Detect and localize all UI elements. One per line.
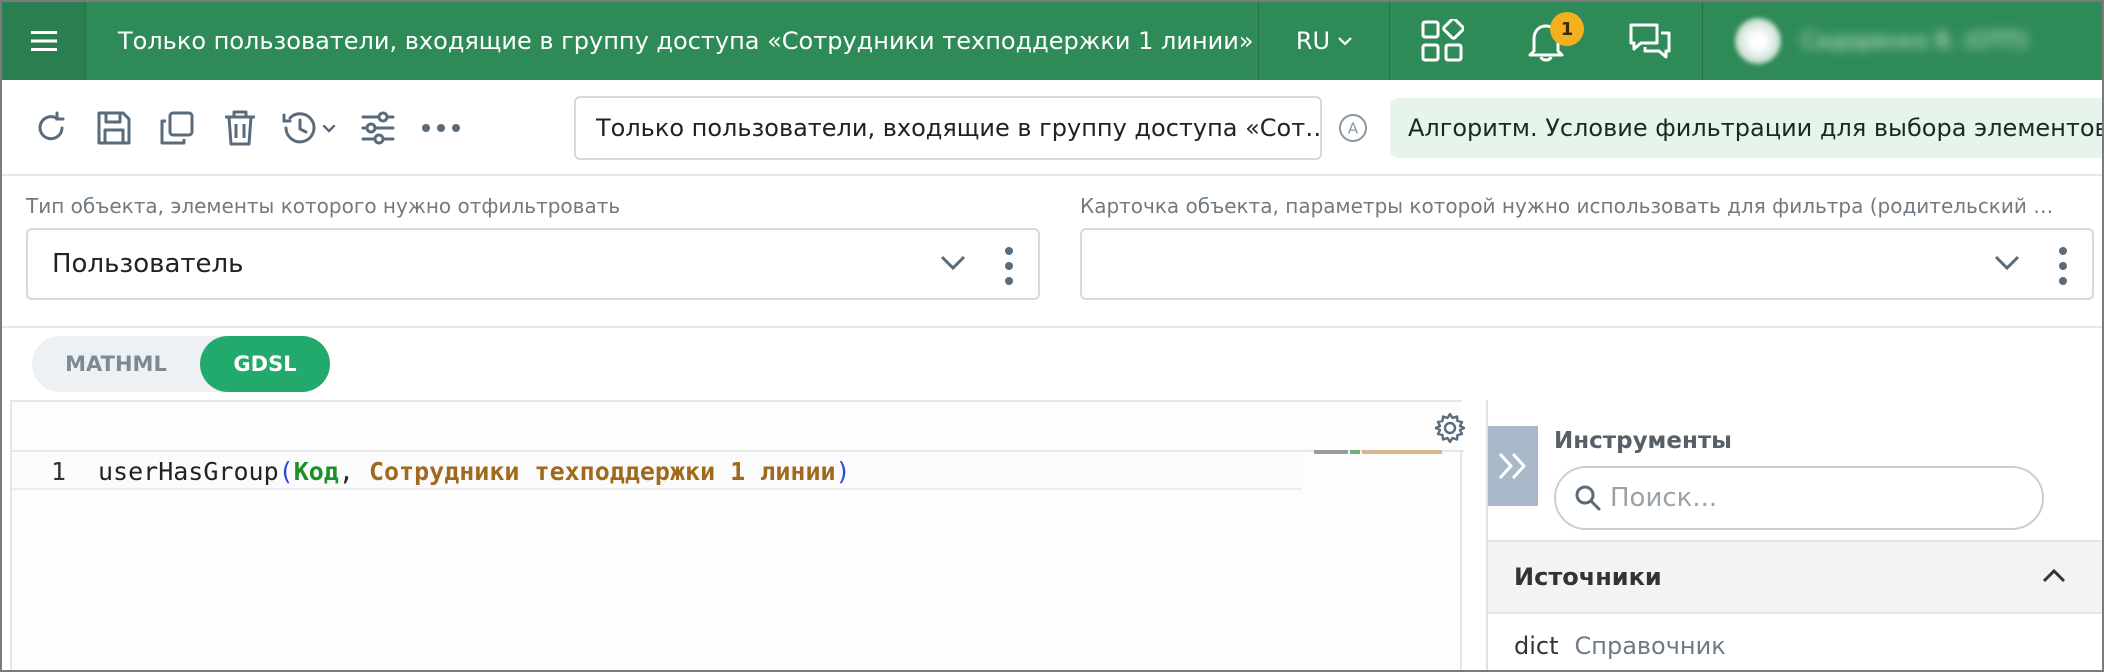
kebab-menu-icon[interactable] <box>2058 246 2068 286</box>
save-button[interactable] <box>85 99 143 157</box>
user-name: Сидоренко В. (ОТП) <box>1801 28 2029 54</box>
avatar <box>1735 18 1781 64</box>
code-function: userHasGroup <box>98 456 279 486</box>
apps-grid-icon <box>1421 19 1464 62</box>
language-label: RU <box>1295 27 1331 55</box>
history-button[interactable] <box>274 99 344 157</box>
editor-scrollbar[interactable] <box>1460 450 1462 670</box>
object-type-value: Пользователь <box>52 249 244 279</box>
language-selector[interactable]: RU <box>1258 2 1390 80</box>
refresh-icon <box>38 111 65 141</box>
editor-ruler <box>12 450 1464 452</box>
gear-icon[interactable] <box>1434 412 1466 444</box>
more-button[interactable] <box>412 99 470 157</box>
collapse-panel-button[interactable] <box>1488 426 1538 506</box>
double-chevron-right-icon <box>1498 452 1526 480</box>
save-icon <box>97 111 131 145</box>
code-line[interactable]: 1 userHasGroup(Код, Сотрудники техподдер… <box>12 454 1302 490</box>
code-paren-open: ( <box>278 456 294 486</box>
trash-icon <box>225 110 255 146</box>
more-icon <box>422 124 460 132</box>
code-argument-field: Код <box>293 456 339 486</box>
history-icon <box>282 112 336 144</box>
code-text: userHasGroup(Код, Сотрудники техподдержк… <box>66 457 851 486</box>
copy-icon <box>160 111 194 145</box>
notifications-button[interactable]: 1 <box>1494 2 1598 80</box>
chat-icon <box>1629 23 1671 59</box>
source-key: dict <box>1514 632 1559 660</box>
refresh-button[interactable] <box>22 99 80 157</box>
section-divider <box>2 326 2102 328</box>
chevron-down-icon <box>1338 37 1352 46</box>
mode-option-gdsl[interactable]: GDSL <box>200 336 330 392</box>
mode-option-mathml[interactable]: MATHML <box>32 336 200 392</box>
tools-title: Инструменты <box>1554 428 1732 454</box>
parent-card-select[interactable] <box>1080 228 2094 300</box>
tools-search[interactable] <box>1554 466 2044 530</box>
kebab-menu-icon[interactable] <box>1004 246 1014 286</box>
source-label: Справочник <box>1574 632 1726 660</box>
name-field[interactable]: Только пользователи, входящие в группу д… <box>574 96 1322 160</box>
hamburger-menu-button[interactable] <box>2 2 86 80</box>
hamburger-icon <box>30 31 57 51</box>
editor-minimap[interactable] <box>1314 450 1454 456</box>
app-window: Только пользователи, входящие в группу д… <box>0 0 2104 672</box>
chevron-down-icon[interactable] <box>940 254 966 272</box>
tools-search-input[interactable] <box>1610 483 2010 513</box>
parent-card-label: Карточка объекта, параметры которой нужн… <box>1080 194 2054 218</box>
page-title: Только пользователи, входящие в группу д… <box>118 27 1254 55</box>
code-comma: , <box>338 456 369 486</box>
sources-title: Источники <box>1514 563 1662 591</box>
alias-icon: A <box>1339 114 1367 142</box>
sources-section-header[interactable]: Источники <box>1488 540 2102 614</box>
object-type-select[interactable]: Пользователь <box>26 228 1040 300</box>
svg-text:A: A <box>1348 120 1359 138</box>
top-bar: Только пользователи, входящие в группу д… <box>2 2 2102 80</box>
object-type-label: Тип объекта, элементы которого нужно отф… <box>26 194 621 218</box>
settings-button[interactable] <box>349 99 407 157</box>
code-argument-group: Сотрудники техподдержки 1 линии <box>368 456 836 486</box>
code-editor[interactable] <box>10 400 1462 670</box>
apps-button[interactable] <box>1390 2 1494 80</box>
source-item[interactable]: dict Справочник <box>1514 632 1726 660</box>
chevron-down-icon[interactable] <box>1994 254 2020 272</box>
notification-badge: 1 <box>1550 12 1584 46</box>
object-type-chip: Алгоритм. Условие фильтрации для выбора … <box>1390 98 2102 158</box>
code-paren-close: ) <box>835 456 851 486</box>
copy-button[interactable] <box>148 99 206 157</box>
chevron-up-icon[interactable] <box>2042 568 2066 584</box>
delete-button[interactable] <box>211 99 269 157</box>
syntax-mode-toggle: MATHML GDSL <box>32 336 330 392</box>
search-icon <box>1575 485 1601 511</box>
chat-button[interactable] <box>1598 2 1702 80</box>
settings-sliders-icon <box>361 111 395 145</box>
user-menu[interactable]: Сидоренко В. (ОТП) <box>1702 2 2102 80</box>
line-number: 1 <box>50 456 66 486</box>
toolbar: Только пользователи, входящие в группу д… <box>2 82 2102 176</box>
